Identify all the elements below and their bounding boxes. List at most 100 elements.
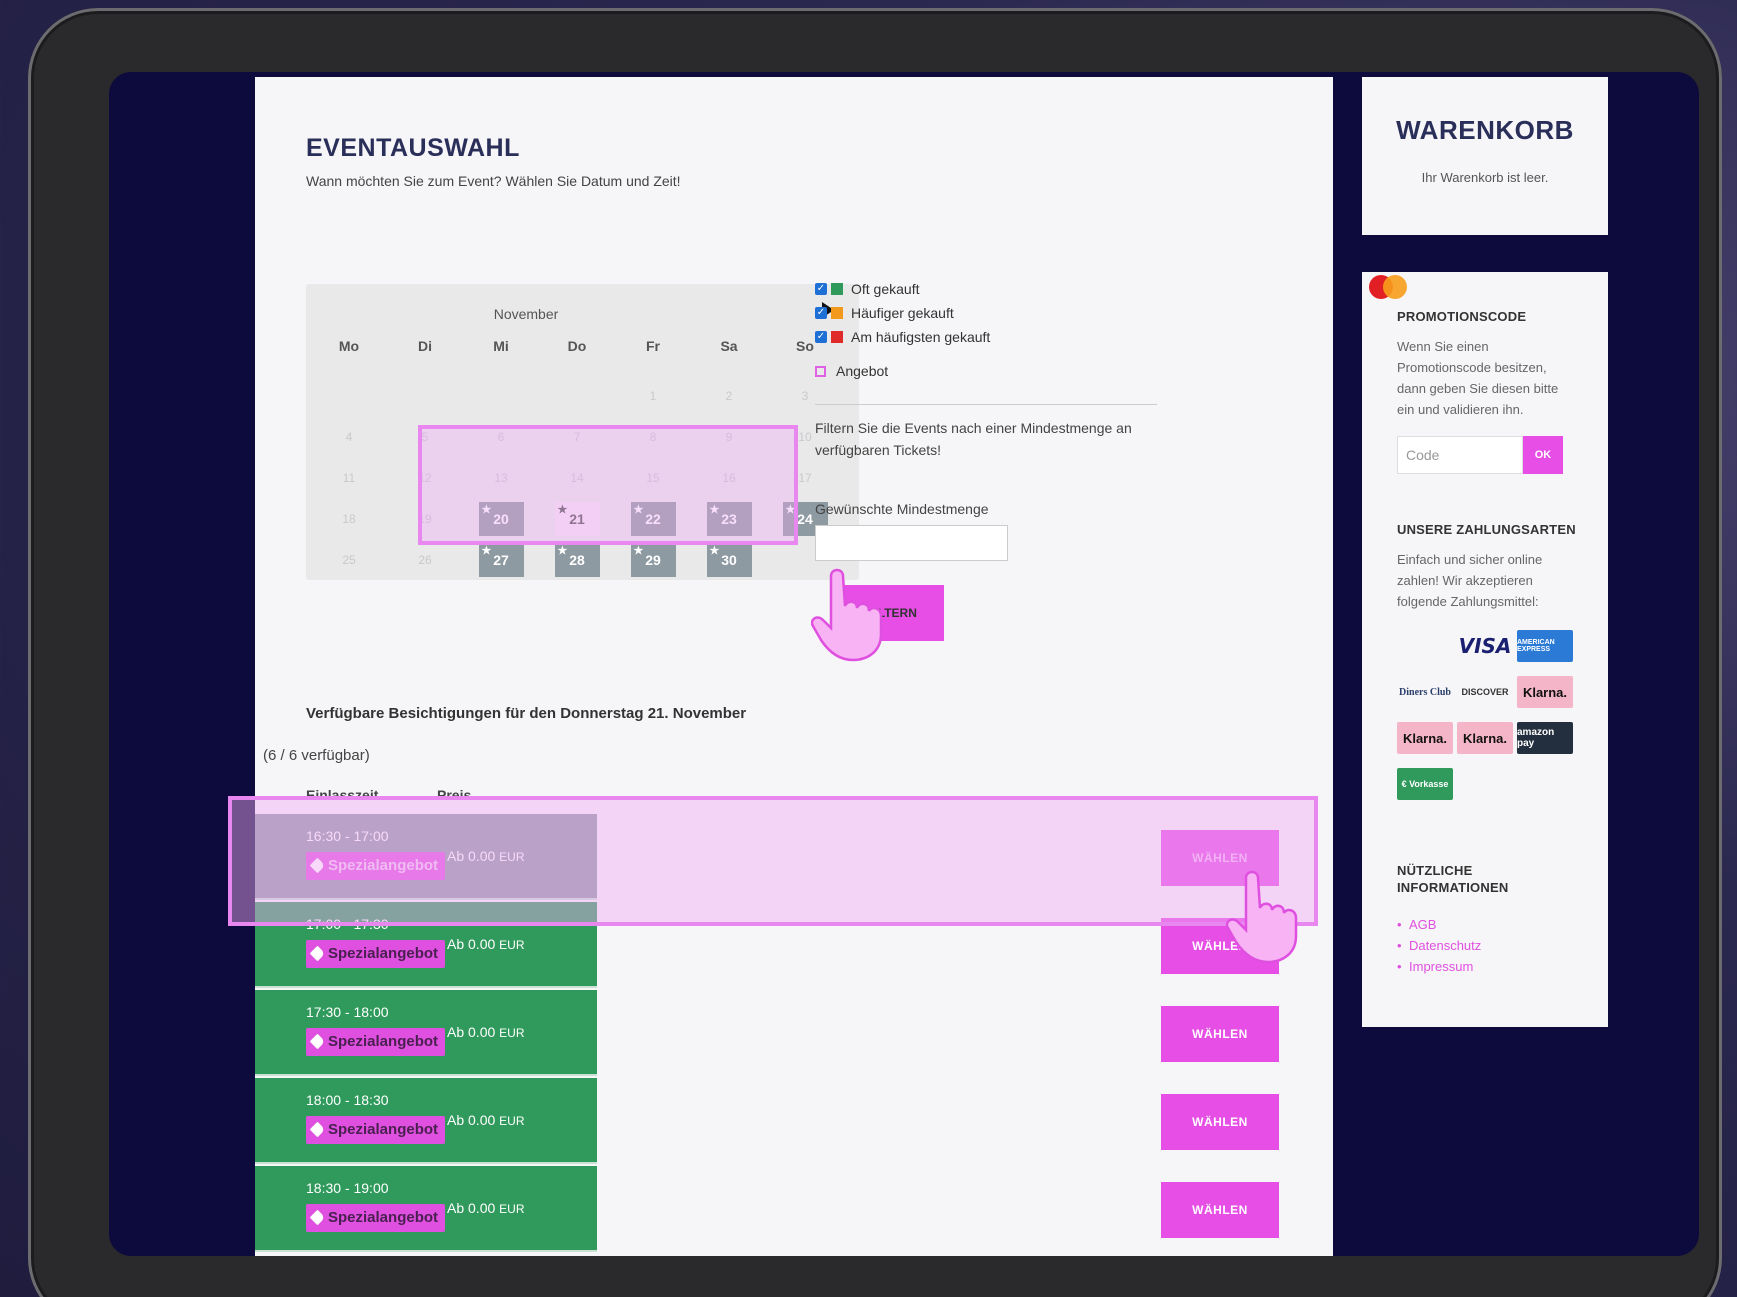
column-price: Preis — [437, 787, 472, 803]
calendar-day-available[interactable]: ★ 28 — [554, 542, 600, 577]
tag-icon — [309, 1209, 326, 1226]
special-offer-label: Spezialangebot — [328, 1209, 439, 1226]
diners-logo: Diners Club — [1399, 686, 1451, 698]
legend-swatch — [831, 283, 843, 295]
special-offer-label: Spezialangebot — [328, 1033, 439, 1050]
price-value: Ab 0.00 — [447, 1200, 496, 1216]
calendar-day: 18 — [342, 511, 356, 526]
special-offer-label: Spezialangebot — [328, 1121, 439, 1138]
tag-icon — [309, 1121, 326, 1138]
slot-time: 17:30 - 18:00 — [306, 1004, 389, 1020]
promo-ok-button[interactable]: OK — [1523, 436, 1563, 474]
weekday-header: Mo — [338, 338, 360, 354]
legend-label: Häufiger gekauft — [851, 305, 954, 321]
visa-logo: VISA — [1458, 634, 1512, 658]
info-link[interactable]: Datenschutz — [1397, 935, 1608, 956]
mastercard-logo — [1369, 275, 1453, 662]
slot-info: 16:30 - 17:00 Spezialangebot Ab 0.00 EUR — [255, 814, 597, 900]
tag-icon — [309, 857, 326, 874]
weekday-header: Di — [418, 338, 432, 354]
star-icon: ★ — [633, 544, 644, 557]
slot-price: Ab 0.00 EUR — [447, 1200, 525, 1216]
calendar-day — [311, 375, 387, 416]
pointer-hand-icon-2 — [1226, 870, 1298, 964]
slot-time: 18:30 - 19:00 — [306, 1180, 389, 1196]
info-link[interactable]: AGB — [1397, 914, 1608, 935]
calendar-day-number: 27 — [493, 551, 509, 568]
screen: EVENTAUSWAHL Wann möchten Sie zum Event?… — [109, 72, 1699, 1256]
legend-item[interactable]: ✓ Am häufigsten gekauft — [815, 325, 990, 349]
special-offer-label: Spezialangebot — [328, 857, 439, 874]
price-currency: EUR — [499, 850, 525, 864]
calendar-day-available[interactable]: ★ 30 — [706, 542, 752, 577]
calendar-day-available[interactable]: ★ 27 — [478, 542, 524, 577]
legend: ✓ Oft gekauft ✓ Häufiger gekauft ✓ Am häufigs… — [815, 277, 990, 383]
page-title: EVENTAUSWAHL — [306, 134, 520, 162]
legend-item[interactable]: ✓ Häufiger gekauft — [815, 301, 990, 325]
legend-swatch — [831, 307, 843, 319]
offer-square-icon — [815, 365, 826, 377]
select-slot-button[interactable]: WÄHLEN — [1161, 1006, 1279, 1062]
slot-info: 17:00 - 17:30 Spezialangebot Ab 0.00 EUR — [255, 902, 597, 988]
price-value: Ab 0.00 — [447, 1112, 496, 1128]
calendar-day: ★ 30 — [691, 539, 767, 580]
info-title: NÜTZLICHE INFORMATIONEN — [1397, 862, 1608, 896]
calendar-day: ★ 28 — [539, 539, 615, 580]
calendar-day — [539, 375, 615, 416]
price-currency: EUR — [499, 938, 525, 952]
calendar-highlight — [418, 425, 798, 545]
promo-code-input[interactable]: Code — [1397, 436, 1523, 474]
promo-title: PROMOTIONSCODE — [1397, 309, 1527, 324]
price-value: Ab 0.00 — [447, 848, 496, 864]
calendar-day-available[interactable]: ★ 29 — [630, 542, 676, 577]
checkbox-icon[interactable]: ✓ — [815, 283, 827, 295]
checkbox-icon[interactable]: ✓ — [815, 307, 827, 319]
legend-item[interactable]: ✓ Oft gekauft — [815, 277, 990, 301]
slot-price: Ab 0.00 EUR — [447, 1024, 525, 1040]
calendar-day-number: 24 — [797, 510, 813, 527]
slot-row: 16:30 - 17:00 Spezialangebot Ab 0.00 EUR WÄ… — [255, 814, 1333, 902]
calendar-day-number: 28 — [569, 551, 585, 568]
filter-description: Filtern Sie die Events nach einer Mindes… — [815, 420, 1132, 458]
slot-row: 17:00 - 17:30 Spezialangebot Ab 0.00 EUR WÄ… — [255, 902, 1333, 990]
price-currency: EUR — [499, 1202, 525, 1216]
info-link[interactable]: Impressum — [1397, 956, 1608, 977]
calendar-day: 1 — [649, 388, 657, 403]
legend-label: Oft gekauft — [851, 281, 920, 297]
special-offer-tag: Spezialangebot — [306, 940, 446, 968]
min-quantity-label: Gewünschte Mindestmenge — [815, 501, 989, 517]
availability-count: (6 / 6 verfügbar) — [263, 747, 370, 764]
calendar-day: 25 — [342, 552, 356, 567]
availability-title: Verfügbare Besichtigungen für den Donner… — [306, 705, 747, 722]
checkbox-icon[interactable]: ✓ — [815, 331, 827, 343]
info-title-line1: NÜTZLICHE — [1397, 863, 1473, 878]
star-icon: ★ — [481, 544, 492, 557]
payment-text: Einfach und sicher online zahlen! Wir ak… — [1397, 552, 1543, 609]
legend-offer: Angebot — [815, 359, 990, 383]
amex-logo: AMERICAN EXPRESS — [1517, 630, 1573, 662]
slot-info: 17:30 - 18:00 Spezialangebot Ab 0.00 EUR — [255, 990, 597, 1076]
slot-row: 17:30 - 18:00 Spezialangebot Ab 0.00 EUR WÄ… — [255, 990, 1333, 1078]
legend-label: Am häufigsten gekauft — [851, 329, 991, 345]
tag-icon — [309, 1033, 326, 1050]
klarna-logo: Klarna. — [1517, 676, 1573, 708]
price-currency: EUR — [499, 1026, 525, 1040]
special-offer-tag: Spezialangebot — [306, 1028, 446, 1056]
tag-icon — [309, 945, 326, 962]
slot-time: 17:00 - 17:30 — [306, 916, 389, 932]
calendar-day-number: 30 — [721, 551, 737, 568]
event-selection-panel: EVENTAUSWAHL Wann möchten Sie zum Event?… — [255, 77, 1333, 1256]
slot-row: 18:00 - 18:30 Spezialangebot Ab 0.00 EUR WÄ… — [255, 1078, 1333, 1166]
amazon-logo: amazon pay — [1517, 722, 1573, 754]
select-slot-button[interactable]: WÄHLEN — [1161, 1094, 1279, 1150]
weekday-header: Fr — [646, 338, 660, 354]
min-quantity-input[interactable] — [815, 525, 1008, 561]
star-icon: ★ — [709, 544, 720, 557]
calendar-day: ★ 29 — [615, 539, 691, 580]
legend-offer-label: Angebot — [836, 363, 889, 379]
promo-card: PROMOTIONSCODE Wenn Sie einen Promotions… — [1362, 272, 1608, 1027]
special-offer-tag: Spezialangebot — [306, 1116, 446, 1144]
slot-price: Ab 0.00 EUR — [447, 1112, 525, 1128]
select-slot-button[interactable]: WÄHLEN — [1161, 1182, 1279, 1238]
tablet-frame: EVENTAUSWAHL Wann möchten Sie zum Event?… — [28, 8, 1722, 1297]
